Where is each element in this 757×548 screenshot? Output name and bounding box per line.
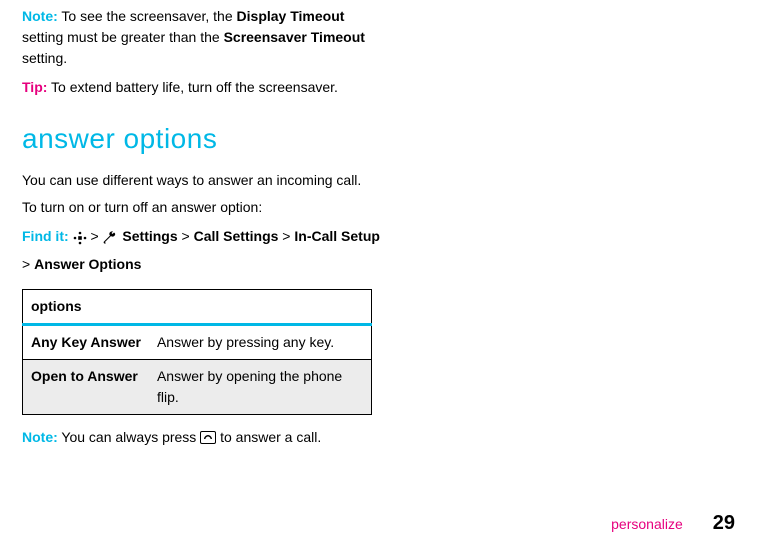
intro-line-2: To turn on or turn off an answer option: [22,197,382,218]
section-heading-answer-options: answer options [22,118,382,160]
tip-battery: Tip: To extend battery life, turn off th… [22,77,382,98]
table-row: Open to Answer Answer by opening the pho… [23,359,372,414]
option-open-to-answer: Open to Answer [23,359,149,414]
answer-options-table: options Any Key Answer Answer by pressin… [22,289,372,415]
note-answer-call: Note: You can always press to answer a c… [22,427,382,448]
note-label: Note: [22,429,58,445]
center-select-icon [73,227,87,248]
table-row: Any Key Answer Answer by pressing any ke… [23,324,372,359]
path-in-call-setup: In-Call Setup [294,228,380,244]
page-footer: personalize 29 [611,508,735,538]
footer-section-name: personalize [611,514,683,535]
option-any-key-answer: Any Key Answer [23,324,149,359]
note-display-timeout: Note: To see the screensaver, the Displa… [22,6,382,69]
tip-label: Tip: [22,79,47,95]
send-key-icon [200,431,216,444]
screensaver-timeout-term: Screensaver Timeout [224,29,365,45]
path-call-settings: Call Settings [194,228,279,244]
settings-wrench-icon [103,227,119,248]
intro-line-1: You can use different ways to answer an … [22,170,382,191]
path-answer-options: Answer Options [34,256,141,272]
note-label: Note: [22,8,58,24]
find-it-label: Find it: [22,228,69,244]
option-open-to-answer-desc: Answer by opening the phone flip. [149,359,372,414]
path-settings: Settings [122,228,177,244]
display-timeout-term: Display Timeout [237,8,345,24]
option-any-key-answer-desc: Answer by pressing any key. [149,324,372,359]
find-it-path: Find it: > Settings > Call Settings > [22,226,382,275]
footer-page-number: 29 [713,508,735,538]
table-header-options: options [23,289,149,324]
